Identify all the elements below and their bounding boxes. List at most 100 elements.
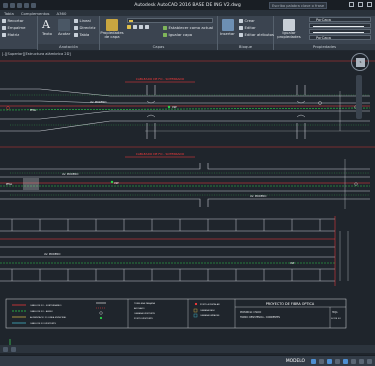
minimize-icon[interactable] <box>349 2 354 7</box>
street-block-3: AV. MORENO CSP <box>0 216 349 286</box>
tab-tabla[interactable]: Tabla <box>4 11 14 16</box>
viewport-label[interactable]: [-][Superior][Estructura alámbrica 2D] <box>2 52 71 56</box>
legend-label-7: CAMARA EXISTENTE <box>134 312 156 315</box>
viewcube-face[interactable]: S <box>356 58 365 67</box>
layer-on-icon[interactable] <box>127 25 131 29</box>
insert-button[interactable] <box>222 19 234 31</box>
ortho-icon[interactable] <box>327 358 332 364</box>
linear-button[interactable]: Lineal <box>74 18 91 23</box>
layer-tools[interactable] <box>127 25 149 29</box>
sheet-number-label: HOJA <box>332 311 338 314</box>
navigation-bar[interactable] <box>356 75 362 119</box>
leader-button[interactable]: Directriz <box>74 25 95 30</box>
trim-label: Recortar <box>7 18 24 23</box>
layout-prev-icon[interactable] <box>3 346 8 352</box>
set-current-button[interactable]: Establecer como actual <box>163 25 213 30</box>
annotation-panel-title[interactable]: Anotación <box>38 44 99 50</box>
layers-panel-title[interactable]: Capas <box>100 44 217 50</box>
tab-complementos[interactable]: Complementos <box>21 11 50 16</box>
trim-icon <box>2 18 6 23</box>
fillet-icon <box>2 25 6 30</box>
polar-icon[interactable] <box>335 358 340 364</box>
match-layer-button[interactable]: Igualar capa <box>163 32 192 37</box>
legend-label-9: POSTE A INSTALAR <box>200 303 220 306</box>
pfigl-label-1: PFIGL <box>30 109 37 112</box>
annotation-scale-icon[interactable] <box>351 358 356 364</box>
text-button[interactable]: A <box>42 19 54 31</box>
edit-attributes-icon <box>239 32 243 37</box>
annotation-panel: A Texto Acotar Lineal Directriz Tabla An… <box>38 16 100 50</box>
viewcube[interactable]: S <box>351 53 369 71</box>
layer-freeze-icon[interactable] <box>133 25 137 29</box>
linetype-dropdown[interactable] <box>309 23 371 28</box>
close-icon[interactable] <box>367 2 372 7</box>
set-current-icon <box>163 25 167 30</box>
legend-label-1: CABLE DE FO - SUBTERRANEO <box>30 304 62 307</box>
customize-icon[interactable] <box>367 358 372 364</box>
legend-label-10: CAMARA PASO <box>200 309 215 312</box>
edit-attributes-button[interactable]: Editar atributos <box>239 32 274 37</box>
array-button[interactable]: Matriz <box>2 32 19 37</box>
osnap-icon[interactable] <box>343 358 348 364</box>
layer-dropdown[interactable] <box>127 18 213 23</box>
street-label-2: AV. MORENO <box>62 172 78 176</box>
block-panel: Insertar Crear Editar Editar atributos B… <box>218 16 274 50</box>
create-block-icon <box>239 18 243 23</box>
dimension-button[interactable] <box>58 19 70 31</box>
snap-icon[interactable] <box>319 358 324 364</box>
legend-label-3: ALIMENTACIO FO LINEA MUNICIPAL <box>30 316 67 319</box>
table-label: Tabla <box>79 32 90 37</box>
ribbon: Recortar Empalme Matriz A Texto Acotar L… <box>0 16 375 50</box>
leader-icon <box>74 25 78 30</box>
layout-tabs <box>0 345 375 353</box>
match-properties-label: Igualar propiedades <box>277 30 301 39</box>
layout-next-icon[interactable] <box>11 346 16 352</box>
window-controls[interactable] <box>349 2 372 7</box>
properties-panel-title[interactable]: Propiedades <box>274 44 375 50</box>
table-icon <box>74 32 78 37</box>
workspace-icon[interactable] <box>359 358 364 364</box>
model-space-button[interactable]: MODELO <box>286 359 305 364</box>
layer-lock-icon[interactable] <box>139 25 143 29</box>
drawing-canvas[interactable]: CABLEADO DE FO - SOTERRADO AV. MORENO PF… <box>0 51 375 355</box>
linetype-preview <box>313 26 364 27</box>
layers-panel: Propiedades de capa Establecer como actu… <box>100 16 218 50</box>
layer-properties-label: Propiedades de capa <box>100 30 124 39</box>
csp-label-1: CSP <box>172 106 177 109</box>
insert-label: Insertar <box>220 31 235 36</box>
modify-panel: Recortar Empalme Matriz <box>0 16 38 50</box>
color-dropdown[interactable]: PorCapa <box>309 17 371 22</box>
pfigl-label-2: PFIGL <box>6 183 13 186</box>
lineweight-preview <box>313 32 364 33</box>
fillet-button[interactable]: Empalme <box>2 25 25 30</box>
legend-label-2: CABLE DE FO - AEREO <box>30 310 53 313</box>
block-panel-title[interactable]: Bloque <box>218 44 273 50</box>
grid-icon[interactable] <box>311 358 316 364</box>
search-input[interactable]: Escriba palabra clave o frase <box>269 1 327 9</box>
set-current-label: Establecer como actual <box>168 25 214 30</box>
array-icon <box>2 32 6 37</box>
table-button[interactable]: Tabla <box>74 32 89 37</box>
linear-label: Lineal <box>79 18 91 23</box>
legend-label-6: ADOSADO <box>134 307 145 310</box>
lineweight-dropdown[interactable] <box>309 29 371 34</box>
plotstyle-dropdown[interactable]: PorCapa <box>309 35 371 40</box>
drawing-svg[interactable]: CABLEADO DE FO - SOTERRADO AV. MORENO PF… <box>0 51 375 355</box>
status-bar: MODELO <box>0 355 375 366</box>
layer-isolate-icon[interactable] <box>145 25 149 29</box>
street-block-1: AV. MORENO PFIGL CSP <box>0 85 371 139</box>
csp-label-3: CSP <box>290 262 295 265</box>
create-block-label: Crear <box>244 18 255 23</box>
title-bar: Autodesk AutoCAD 2016 BASE DE ING V2.dwg… <box>0 0 375 10</box>
create-block-button[interactable]: Crear <box>239 18 255 23</box>
maximize-icon[interactable] <box>358 2 363 7</box>
top-title: CABLEADO DE FO - SOTERRADO <box>136 77 185 81</box>
tab-a360[interactable]: A360 <box>57 11 67 16</box>
mid-title: CABLEADO DE FO - SOTERRADO <box>136 152 185 156</box>
street-block-2: AV. MORENO AV. MORENO PFIGL CSP <box>0 159 370 209</box>
text-label: Texto <box>42 31 53 36</box>
edit-block-button[interactable]: Editar <box>239 25 256 30</box>
trim-button[interactable]: Recortar <box>2 18 24 23</box>
dimension-label: Acotar <box>58 31 71 36</box>
properties-panel: Igualar propiedades PorCapa PorCapa Prop… <box>274 16 375 50</box>
